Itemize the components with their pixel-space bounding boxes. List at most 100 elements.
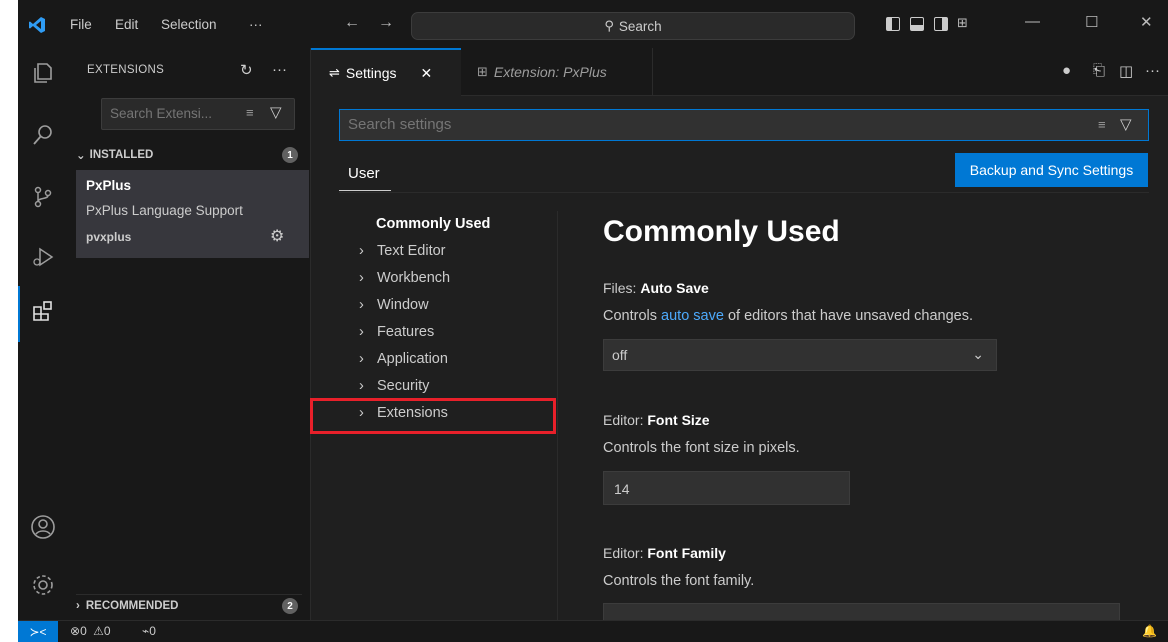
toc-item-features[interactable]: › Features	[359, 324, 434, 340]
extension-gear-icon[interactable]: ⚙	[270, 226, 284, 246]
back-arrow-icon[interactable]: ←	[344, 14, 360, 32]
toggle-panel-icon[interactable]	[910, 17, 924, 31]
menu-file[interactable]: File	[70, 17, 92, 32]
maximize-icon[interactable]: ☐	[1085, 13, 1098, 31]
extension-search-input[interactable]	[110, 106, 235, 121]
explorer-icon[interactable]	[30, 60, 56, 86]
extensions-sidebar: EXTENSIONS ↻ ··· ≡ ▽ ⌄ INSTALLED 1 PxPlu…	[66, 48, 311, 624]
customize-layout-icon[interactable]: ⊞	[957, 15, 968, 31]
user-tab-underline	[339, 190, 391, 191]
notifications-bell-icon[interactable]: 🔔	[1142, 624, 1157, 638]
recommended-count-badge: 2	[282, 598, 298, 614]
source-control-icon[interactable]	[30, 184, 56, 210]
toc-label: Application	[377, 351, 448, 367]
toc-label: Window	[377, 297, 429, 313]
setting-font-size-title: Editor: Font Size	[603, 412, 710, 428]
command-center-search[interactable]: ⚲ Search	[411, 12, 855, 40]
font-size-input[interactable]	[614, 481, 834, 497]
chevron-down-icon: ⌄	[76, 150, 86, 162]
vscode-logo-icon	[29, 17, 45, 33]
tab-extension-pxplus[interactable]: ⊞ Extension: PxPlus	[461, 48, 653, 96]
close-window-icon[interactable]: ✕	[1140, 13, 1153, 31]
installed-count-badge: 1	[282, 147, 298, 163]
toc-label: Security	[377, 378, 430, 394]
toc-item-security[interactable]: › Security	[359, 378, 429, 394]
active-indicator	[18, 286, 20, 342]
close-tab-icon[interactable]: ✕	[421, 65, 433, 82]
chevron-down-icon: ⌄	[972, 346, 984, 362]
run-debug-icon[interactable]	[30, 244, 56, 270]
auto-save-select[interactable]: off ⌄	[603, 339, 997, 371]
toc-label: Text Editor	[377, 243, 446, 259]
settings-search-input[interactable]	[348, 116, 1048, 133]
clear-filter-icon[interactable]: ≡	[1098, 117, 1106, 132]
toc-separator	[557, 211, 558, 624]
chevron-right-icon: ›	[76, 599, 80, 612]
chevron-right-icon: ›	[359, 270, 364, 286]
chevron-right-icon: ›	[359, 297, 364, 313]
toc-item-workbench[interactable]: › Workbench	[359, 270, 450, 286]
chevron-right-icon: ›	[359, 243, 364, 259]
toc-item-application[interactable]: › Application	[359, 351, 448, 367]
copilot-icon[interactable]: ●	[1062, 62, 1071, 79]
filter-icon[interactable]: ▽	[270, 103, 282, 121]
setting-font-size-desc: Controls the font size in pixels.	[603, 440, 800, 456]
tab-settings[interactable]: ⇌ Settings ✕	[311, 48, 461, 96]
problems-status[interactable]: ⊗0 ⚠0	[70, 624, 111, 638]
settings-editor: ≡ ▽ User Backup and Sync Settings Common…	[311, 96, 1168, 631]
minimize-icon[interactable]: —	[1025, 13, 1040, 30]
installed-label: INSTALLED	[89, 149, 154, 161]
ports-status[interactable]: ⌁0	[142, 624, 156, 638]
extension-item-pxplus[interactable]: PxPlus PxPlus Language Support pvxplus ⚙	[76, 170, 309, 258]
auto-save-link[interactable]: auto save	[661, 308, 724, 324]
status-bar: ≻< ⊗0 ⚠0 ⌁0 🔔	[18, 620, 1168, 642]
toc-commonly-used[interactable]: Commonly Used	[376, 216, 490, 232]
error-icon: ⊗	[70, 624, 81, 638]
extension-description: PxPlus Language Support	[86, 203, 243, 218]
settings-search-box[interactable]: ≡ ▽	[339, 109, 1149, 141]
open-json-icon[interactable]: ⎗	[1093, 62, 1105, 79]
more-actions-icon[interactable]: ···	[272, 61, 287, 78]
toc-item-window[interactable]: › Window	[359, 297, 429, 313]
recommended-label: RECOMMENDED	[85, 599, 179, 612]
menu-selection[interactable]: Selection	[161, 17, 217, 32]
setting-auto-save-desc: Controls auto save of editors that have …	[603, 308, 974, 324]
menu-edit[interactable]: Edit	[115, 17, 138, 32]
tab-extension-label: Extension: PxPlus	[493, 64, 607, 80]
extension-publisher: pvxplus	[86, 230, 132, 244]
search-icon: ⚲	[604, 18, 614, 33]
tab-user[interactable]: User	[348, 165, 380, 182]
settings-tab-icon: ⇌	[329, 65, 340, 80]
extensions-icon[interactable]	[30, 298, 56, 324]
toggle-primary-sidebar-icon[interactable]	[886, 17, 900, 31]
menu-more[interactable]: ···	[249, 17, 263, 32]
section-heading: Commonly Used	[603, 215, 840, 248]
extension-search-box[interactable]: ≡ ▽	[101, 98, 295, 130]
recommended-section-header[interactable]: › RECOMMENDED 2	[76, 594, 302, 616]
split-editor-icon[interactable]: ◫	[1119, 62, 1133, 80]
toggle-secondary-sidebar-icon[interactable]	[934, 17, 948, 31]
forward-arrow-icon[interactable]: →	[378, 14, 394, 32]
installed-section-header[interactable]: ⌄ INSTALLED 1	[76, 144, 302, 166]
refresh-icon[interactable]: ↻	[240, 61, 253, 79]
backup-sync-button[interactable]: Backup and Sync Settings	[955, 153, 1148, 187]
chevron-right-icon: ›	[359, 324, 364, 340]
editor-more-icon[interactable]: ···	[1145, 62, 1160, 79]
font-size-field[interactable]	[603, 471, 850, 505]
toc-label: Features	[377, 324, 435, 340]
chevron-right-icon: ›	[359, 351, 364, 367]
vscode-window: File Edit Selection ··· ← → ⚲ Search ⊞ —…	[18, 0, 1168, 642]
sidebar-title: EXTENSIONS	[87, 64, 165, 76]
manage-gear-icon[interactable]	[30, 572, 56, 598]
warning-icon: ⚠	[93, 624, 104, 638]
clear-filter-icon[interactable]: ≡	[246, 105, 254, 120]
setting-auto-save-title: Files: Auto Save	[603, 280, 709, 296]
filter-icon[interactable]: ▽	[1120, 115, 1132, 133]
chevron-right-icon: ›	[359, 378, 364, 394]
title-bar: File Edit Selection ··· ← → ⚲ Search ⊞ —…	[18, 0, 1168, 48]
remote-indicator-icon[interactable]: ≻<	[18, 621, 58, 642]
account-icon[interactable]	[30, 514, 56, 540]
activity-bar	[18, 48, 66, 624]
toc-item-text-editor[interactable]: › Text Editor	[359, 243, 446, 259]
search-icon[interactable]	[30, 122, 56, 148]
